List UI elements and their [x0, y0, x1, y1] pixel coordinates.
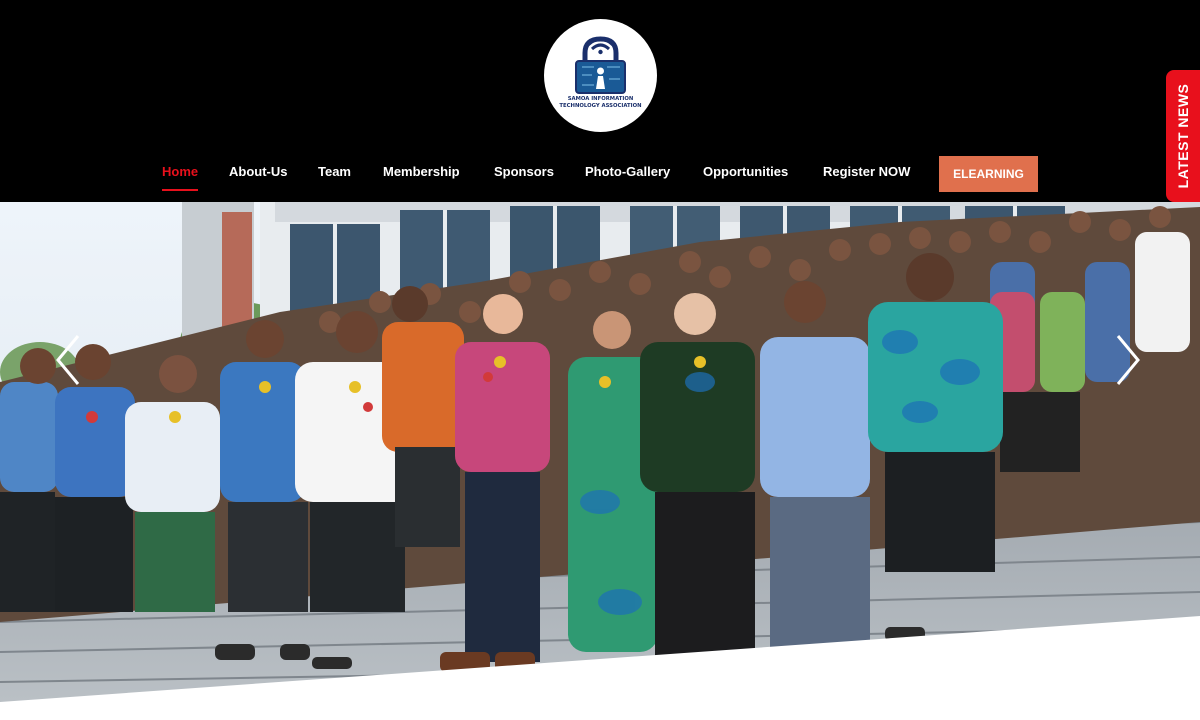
site-header: SAMOA INFORMATION TECHNOLOGY ASSOCIATION…	[0, 0, 1200, 202]
chevron-right-icon[interactable]	[1108, 330, 1148, 390]
nav-about-us[interactable]: About-Us	[229, 156, 288, 192]
hero-bottom-slant	[0, 616, 1200, 720]
nav-sponsors[interactable]: Sponsors	[494, 156, 554, 192]
nav-home[interactable]: Home	[162, 156, 199, 192]
hero-slider	[0, 202, 1200, 720]
latest-news-tab[interactable]: LATEST NEWS	[1166, 70, 1200, 202]
elearning-button[interactable]: ELEARNING	[939, 156, 1038, 192]
nav-register-now[interactable]: Register NOW	[823, 156, 910, 192]
nav-photo-gallery[interactable]: Photo-Gallery	[585, 156, 670, 192]
nav-opportunities[interactable]: Opportunities	[703, 156, 788, 192]
latest-news-label: LATEST NEWS	[1175, 83, 1191, 189]
chevron-left-icon[interactable]	[48, 330, 88, 390]
nav-membership[interactable]: Membership	[383, 156, 460, 192]
logo-text: SAMOA INFORMATION TECHNOLOGY ASSOCIATION	[552, 96, 649, 109]
logo-line-2: TECHNOLOGY ASSOCIATION	[559, 102, 642, 109]
site-logo[interactable]: SAMOA INFORMATION TECHNOLOGY ASSOCIATION	[544, 19, 657, 132]
nav-team[interactable]: Team	[318, 156, 351, 192]
padlock-wifi-icon	[575, 36, 626, 94]
